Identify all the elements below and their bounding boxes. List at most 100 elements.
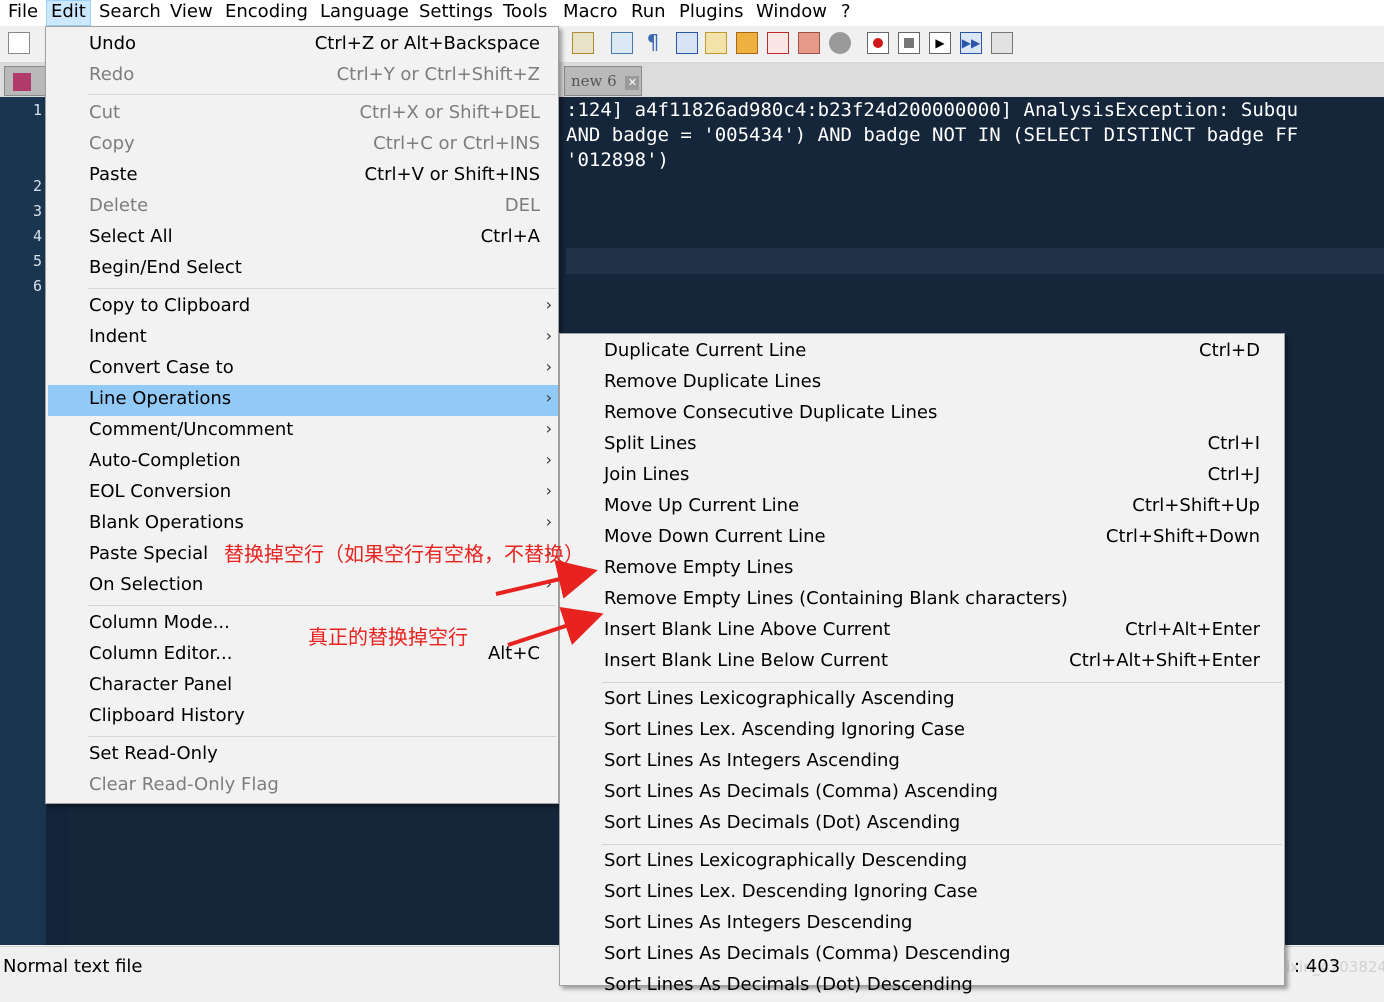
pilcrow-icon[interactable]: ¶ <box>642 32 664 54</box>
menu-item-convert-case[interactable]: Convert Case to › <box>48 354 558 385</box>
menu-edit[interactable]: Edit <box>46 0 91 26</box>
menu-window[interactable]: Window <box>752 0 831 26</box>
menu-item-copy-to-clipboard[interactable]: Copy to Clipboard › <box>48 292 558 323</box>
chevron-right-icon: › <box>545 357 552 376</box>
menu-settings[interactable]: Settings <box>415 0 497 26</box>
submenu-item-sort-lex-asc-ignore-case[interactable]: Sort Lines Lex. Ascending Ignoring Case <box>562 716 1284 747</box>
submenu-item-sort-dec-dot-asc[interactable]: Sort Lines As Decimals (Dot) Ascending <box>562 809 1284 840</box>
stop-macro-icon[interactable] <box>898 32 920 54</box>
menu-macro[interactable]: Macro <box>559 0 621 26</box>
menu-encoding[interactable]: Encoding <box>221 0 312 26</box>
code-line: '012898') <box>566 149 669 171</box>
submenu-item-sort-int-asc[interactable]: Sort Lines As Integers Ascending <box>562 747 1284 778</box>
menu-file[interactable]: File <box>4 0 42 26</box>
submenu-item-sort-dec-dot-desc[interactable]: Sort Lines As Decimals (Dot) Descending <box>562 971 1284 1002</box>
menu-separator <box>88 605 556 606</box>
folder-workspace-icon[interactable] <box>798 32 820 54</box>
tab-first[interactable]: n <box>4 66 46 118</box>
annotation-note-1: 替换掉空行（如果空行有空格，不替换） <box>224 542 584 566</box>
line-number: 1 <box>32 101 42 119</box>
submenu-item-sort-dec-comma-asc[interactable]: Sort Lines As Decimals (Comma) Ascending <box>562 778 1284 809</box>
menu-item-indent[interactable]: Indent › <box>48 323 558 354</box>
close-tab-icon[interactable]: ✕ <box>625 76 640 90</box>
menu-tools[interactable]: Tools <box>499 0 551 26</box>
wrap-icon[interactable] <box>611 32 633 54</box>
chevron-right-icon: › <box>545 574 552 593</box>
submenu-item-insert-blank-below[interactable]: Insert Blank Line Below Current Ctrl+Alt+… <box>562 647 1284 678</box>
menu-view[interactable]: View <box>166 0 217 26</box>
menu-separator <box>602 844 1282 845</box>
play-macro-icon[interactable]: ▶ <box>929 32 951 54</box>
line-number: 2 <box>32 177 42 195</box>
monitor-icon[interactable] <box>829 32 851 54</box>
menu-item-select-all[interactable]: Select All Ctrl+A <box>48 223 558 254</box>
save-icon[interactable] <box>572 32 594 54</box>
submenu-item-split-lines[interactable]: Split Lines Ctrl+I <box>562 430 1284 461</box>
submenu-item-sort-lex-desc[interactable]: Sort Lines Lexicographically Descending <box>562 847 1284 878</box>
position-status: : 403 <box>1294 956 1341 977</box>
code-line: AND badge = '005434') AND badge NOT IN (… <box>566 124 1299 146</box>
folder-icon[interactable] <box>705 32 727 54</box>
line-number: 6 <box>32 277 42 295</box>
menu-bar: File Edit Search View Encoding Language … <box>0 0 1384 26</box>
menu-item-begin-end-select[interactable]: Begin/End Select <box>48 254 558 285</box>
menu-item-line-operations[interactable]: Line Operations › <box>48 385 558 416</box>
current-line-highlight <box>566 248 1384 274</box>
submenu-item-move-up-line[interactable]: Move Up Current Line Ctrl+Shift+Up <box>562 492 1284 523</box>
file-type-status: Normal text file <box>3 956 143 977</box>
submenu-item-sort-int-desc[interactable]: Sort Lines As Integers Descending <box>562 909 1284 940</box>
record-macro-icon[interactable] <box>867 32 889 54</box>
menu-item-comment-uncomment[interactable]: Comment/Uncomment › <box>48 416 558 447</box>
menu-item-copy[interactable]: Copy Ctrl+C or Ctrl+INS <box>48 130 558 161</box>
menu-item-clear-read-only[interactable]: Clear Read-Only Flag <box>48 771 558 802</box>
indent-guide-icon[interactable] <box>676 32 698 54</box>
run-macro-multiple-icon[interactable]: ▶▶ <box>960 32 982 54</box>
submenu-item-sort-lex-asc[interactable]: Sort Lines Lexicographically Ascending <box>562 685 1284 716</box>
menu-separator <box>88 288 556 289</box>
menu-item-column-editor[interactable]: Column Editor... Alt+C <box>48 640 558 671</box>
submenu-item-remove-consecutive-duplicates[interactable]: Remove Consecutive Duplicate Lines <box>562 399 1284 430</box>
menu-search[interactable]: Search <box>95 0 165 26</box>
submenu-item-sort-lex-desc-ignore-case[interactable]: Sort Lines Lex. Descending Ignoring Case <box>562 878 1284 909</box>
line-operations-submenu: Duplicate Current Line Ctrl+D Remove Dupl… <box>559 333 1285 995</box>
annotation-note-2: 真正的替换掉空行 <box>308 625 468 649</box>
menu-help[interactable]: ? <box>837 0 855 26</box>
menu-plugins[interactable]: Plugins <box>675 0 747 26</box>
function-list-icon[interactable] <box>767 32 789 54</box>
submenu-item-sort-dec-comma-desc[interactable]: Sort Lines As Decimals (Comma) Descendin… <box>562 940 1284 971</box>
submenu-item-join-lines[interactable]: Join Lines Ctrl+J <box>562 461 1284 492</box>
code-line: :124] a4f11826ad980c4:b23f24d200000000] … <box>566 99 1299 121</box>
map-icon[interactable] <box>736 32 758 54</box>
menu-separator <box>602 682 1282 683</box>
save-macro-icon[interactable] <box>991 32 1013 54</box>
chevron-right-icon: › <box>545 326 552 345</box>
menu-item-character-panel[interactable]: Character Panel <box>48 671 558 702</box>
menu-item-set-read-only[interactable]: Set Read-Only <box>48 740 558 771</box>
new-file-icon[interactable] <box>8 32 30 54</box>
submenu-item-duplicate-line[interactable]: Duplicate Current Line Ctrl+D <box>562 337 1284 368</box>
menu-item-blank-operations[interactable]: Blank Operations › <box>48 509 558 540</box>
menu-run[interactable]: Run <box>627 0 670 26</box>
menu-item-clipboard-history[interactable]: Clipboard History <box>48 702 558 733</box>
chevron-right-icon: › <box>545 295 552 314</box>
menu-item-paste[interactable]: Paste Ctrl+V or Shift+INS <box>48 161 558 192</box>
submenu-item-move-down-line[interactable]: Move Down Current Line Ctrl+Shift+Down <box>562 523 1284 554</box>
menu-item-on-selection[interactable]: On Selection › <box>48 571 558 602</box>
menu-item-cut[interactable]: Cut Ctrl+X or Shift+DEL <box>48 99 558 130</box>
line-number: 3 <box>32 202 42 220</box>
chevron-right-icon: › <box>545 419 552 438</box>
menu-language[interactable]: Language <box>316 0 413 26</box>
menu-item-delete[interactable]: Delete DEL <box>48 192 558 223</box>
menu-item-column-mode[interactable]: Column Mode... <box>48 609 558 640</box>
menu-item-auto-completion[interactable]: Auto-Completion › <box>48 447 558 478</box>
menu-item-redo[interactable]: Redo Ctrl+Y or Ctrl+Shift+Z <box>48 61 558 92</box>
menu-item-undo[interactable]: Undo Ctrl+Z or Alt+Backspace <box>48 30 558 61</box>
submenu-item-remove-empty-lines[interactable]: Remove Empty Lines <box>562 554 1284 585</box>
menu-separator <box>88 94 556 95</box>
tab-new-6[interactable]: new 6 ✕ <box>564 66 642 96</box>
submenu-item-remove-empty-lines-blank[interactable]: Remove Empty Lines (Containing Blank cha… <box>562 585 1284 616</box>
submenu-item-insert-blank-above[interactable]: Insert Blank Line Above Current Ctrl+Alt+… <box>562 616 1284 647</box>
submenu-item-remove-duplicate-lines[interactable]: Remove Duplicate Lines <box>562 368 1284 399</box>
file-icon <box>13 73 31 91</box>
menu-item-eol-conversion[interactable]: EOL Conversion › <box>48 478 558 509</box>
